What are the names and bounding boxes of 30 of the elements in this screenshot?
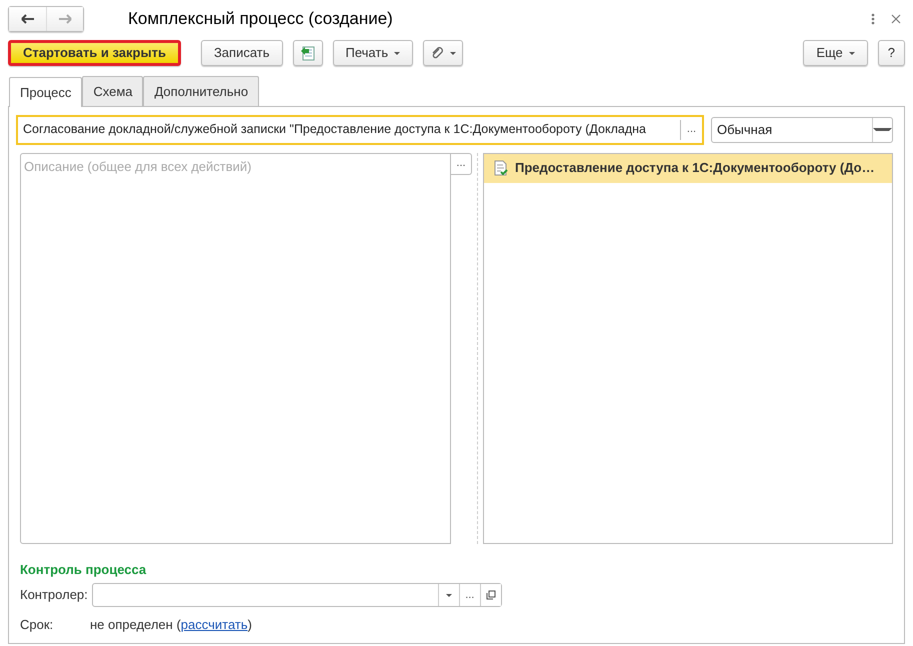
importance-dropdown[interactable]: Обычная (711, 116, 893, 142)
attachment-button[interactable] (423, 40, 464, 66)
open-window-icon (486, 590, 496, 600)
calculate-link[interactable]: рассчитать (180, 617, 248, 632)
back-button[interactable] (9, 7, 46, 31)
deadline-text: не определен (рассчитать) (90, 616, 252, 634)
field-label: Контролер: (20, 586, 88, 604)
start-and-close-button[interactable]: Стартовать и закрыть (8, 40, 181, 66)
tab[interactable]: Дополнительно (143, 76, 260, 106)
window-title: Комплексный процесс (создание) (128, 8, 393, 30)
paperclip-icon (430, 46, 444, 60)
more-menu-button[interactable] (871, 13, 875, 25)
menu-button[interactable]: Печать (332, 40, 414, 66)
subject-field[interactable]: Согласование докладной/служебной записки "Предоставление доступа к 1С:Документообороту (Докладна ... (16, 114, 704, 144)
save-to-button[interactable] (292, 40, 323, 66)
document-check-icon (493, 160, 509, 176)
menu-button[interactable]: Еще (803, 40, 868, 66)
controller-field[interactable]: ... (92, 583, 502, 607)
action-item[interactable]: Предоставление доступа к 1С:Документообороту (До… (484, 154, 892, 182)
close-button[interactable] (891, 14, 901, 24)
field-label: Срок: (20, 616, 54, 634)
back-arrow-icon (20, 14, 34, 24)
tab[interactable]: Процесс (9, 77, 82, 106)
open-button[interactable] (480, 584, 501, 606)
forward-arrow-icon (58, 14, 72, 24)
help-button[interactable]: ? (878, 40, 905, 66)
select-button[interactable]: ... (451, 152, 472, 174)
toolbar-button[interactable]: Записать (200, 40, 283, 66)
section-heading: Контроль процесса (20, 560, 148, 579)
tab[interactable]: Схема (82, 76, 144, 106)
